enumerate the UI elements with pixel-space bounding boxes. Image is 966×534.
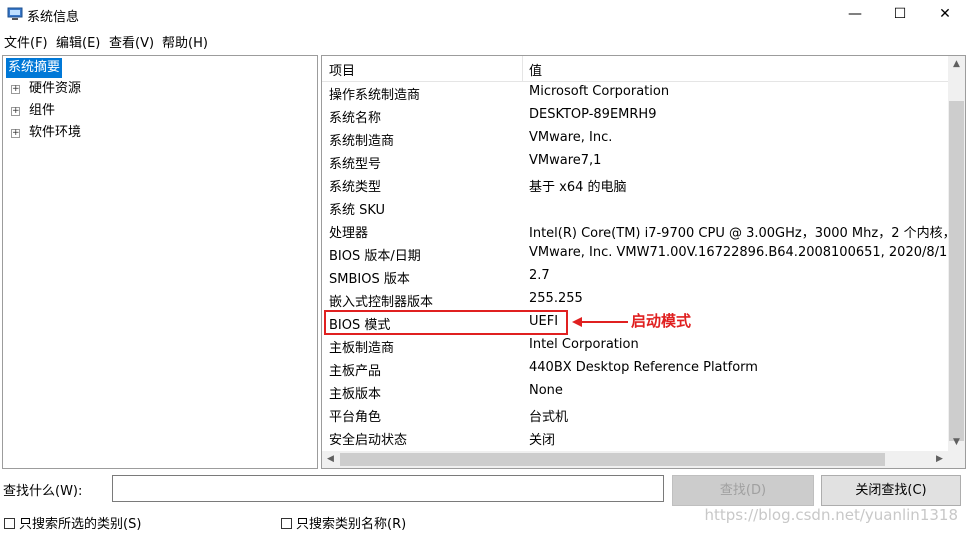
find-button[interactable]: 查找(D) bbox=[672, 475, 814, 506]
horizontal-scrollbar[interactable]: ◀ ▶ bbox=[322, 451, 948, 468]
scroll-down-icon[interactable]: ▼ bbox=[948, 434, 965, 451]
table-row[interactable]: 系统型号 VMware7,1 bbox=[322, 150, 948, 173]
scroll-up-icon[interactable]: ▲ bbox=[948, 56, 965, 73]
menu-bar: 文件(F) 编辑(E) 查看(V) 帮助(H) bbox=[0, 30, 966, 52]
window-title: 系统信息 bbox=[27, 10, 80, 25]
row-value-cell: 255.255 bbox=[529, 291, 583, 306]
list-header: 项目 值 bbox=[322, 56, 948, 82]
row-item-cell: 安全启动状态 bbox=[329, 433, 408, 448]
annotation-label: 启动模式 bbox=[631, 312, 692, 330]
checkbox-icon[interactable] bbox=[281, 518, 292, 529]
details-list[interactable]: 项目 值 操作系统制造商 Microsoft Corporation 系统名称 DES… bbox=[321, 55, 966, 469]
menu-help[interactable]: 帮助(H) bbox=[162, 32, 208, 51]
horizontal-scroll-thumb[interactable] bbox=[340, 453, 885, 466]
close-button[interactable]: ✕ bbox=[922, 0, 966, 30]
menu-edit[interactable]: 编辑(E) bbox=[56, 32, 100, 51]
table-row[interactable]: 嵌入式控制器版本 255.255 bbox=[322, 288, 948, 311]
menu-view[interactable]: 查看(V) bbox=[109, 32, 154, 51]
table-row[interactable]: 主板版本 None bbox=[322, 380, 948, 403]
row-item-cell: 系统类型 bbox=[329, 180, 382, 195]
table-row[interactable]: SMBIOS 版本 2.7 bbox=[322, 265, 948, 288]
row-value-cell: 关闭 bbox=[529, 433, 556, 448]
table-row[interactable]: 操作系统制造商 Microsoft Corporation bbox=[322, 81, 948, 104]
row-value-cell: 2.7 bbox=[529, 268, 550, 283]
minimize-button[interactable]: — bbox=[832, 0, 878, 30]
row-item-cell: SMBIOS 版本 bbox=[329, 272, 410, 287]
row-value-cell: Intel(R) Core(TM) i7-9700 CPU @ 3.00GHz，… bbox=[529, 226, 964, 241]
table-row[interactable]: 主板制造商 Intel Corporation bbox=[322, 334, 948, 357]
watermark: https://blog.csdn.net/yuanlin1318 bbox=[704, 506, 958, 524]
bios-mode-highlight-box bbox=[324, 310, 568, 335]
row-item-cell: 主板产品 bbox=[329, 364, 382, 379]
find-input[interactable] bbox=[112, 475, 664, 502]
table-row[interactable]: 系统类型 基于 x64 的电脑 bbox=[322, 173, 948, 196]
row-value-cell: Intel Corporation bbox=[529, 337, 639, 352]
tree-item-label: 硬件资源 bbox=[29, 81, 82, 96]
expand-icon[interactable]: + bbox=[11, 85, 20, 94]
tree-item-label: 软件环境 bbox=[29, 125, 82, 140]
search-category-names-checkbox[interactable]: 只搜索类别名称(R) bbox=[281, 513, 406, 532]
table-row[interactable]: 处理器 Intel(R) Core(TM) i7-9700 CPU @ 3.00G… bbox=[322, 219, 964, 242]
row-value-cell: 440BX Desktop Reference Platform bbox=[529, 360, 758, 375]
scroll-right-icon[interactable]: ▶ bbox=[931, 451, 948, 468]
expand-icon[interactable]: + bbox=[11, 129, 20, 138]
column-divider[interactable] bbox=[522, 56, 523, 81]
category-tree[interactable]: 系统摘要 + 硬件资源 + 组件 + 软件环境 bbox=[2, 55, 318, 469]
row-item-cell: 主板制造商 bbox=[329, 341, 395, 356]
row-value-cell: VMware, Inc. VMW71.00V.16722896.B64.2008… bbox=[529, 245, 956, 260]
row-item-cell: 处理器 bbox=[329, 226, 369, 241]
vertical-scroll-thumb[interactable] bbox=[949, 101, 964, 441]
row-item-cell: 操作系统制造商 bbox=[329, 88, 421, 103]
row-item-cell: BIOS 版本/日期 bbox=[329, 249, 421, 264]
table-row[interactable]: BIOS 版本/日期 VMware, Inc. VMW71.00V.1672289… bbox=[322, 242, 956, 265]
find-label: 查找什么(W): bbox=[3, 484, 83, 499]
checkbox-label: 只搜索所选的类别(S) bbox=[19, 517, 142, 532]
table-row[interactable]: 系统制造商 VMware, Inc. bbox=[322, 127, 948, 150]
row-value-cell: Microsoft Corporation bbox=[529, 84, 670, 99]
scroll-left-icon[interactable]: ◀ bbox=[322, 451, 339, 468]
annotation-arrow-icon bbox=[572, 317, 628, 327]
row-value-cell: DESKTOP-89EMRH9 bbox=[529, 107, 657, 122]
search-selected-category-checkbox[interactable]: 只搜索所选的类别(S) bbox=[4, 513, 141, 532]
row-item-cell: 系统名称 bbox=[329, 111, 382, 126]
row-item-cell: 系统 SKU bbox=[329, 203, 386, 218]
system-info-app-icon bbox=[7, 7, 23, 20]
column-header-value[interactable]: 值 bbox=[529, 60, 542, 79]
table-row[interactable]: 主板产品 440BX Desktop Reference Platform bbox=[322, 357, 948, 380]
tree-item-label: 组件 bbox=[29, 103, 56, 118]
table-row[interactable]: 安全启动状态 关闭 bbox=[322, 426, 948, 449]
column-header-item[interactable]: 项目 bbox=[329, 60, 355, 79]
row-item-cell: 系统制造商 bbox=[329, 134, 395, 149]
row-value-cell: 基于 x64 的电脑 bbox=[529, 180, 627, 195]
table-row[interactable]: 平台角色 台式机 bbox=[322, 403, 948, 426]
vertical-scrollbar[interactable]: ▲ ▼ bbox=[948, 56, 965, 451]
table-row[interactable]: 系统 SKU bbox=[322, 196, 948, 219]
maximize-button[interactable]: ☐ bbox=[877, 0, 923, 30]
row-item-cell: 平台角色 bbox=[329, 410, 382, 425]
scrollbar-corner bbox=[948, 451, 965, 468]
expand-icon[interactable]: + bbox=[11, 107, 20, 116]
checkbox-label: 只搜索类别名称(R) bbox=[296, 517, 407, 532]
title-bar: 系统信息 — ☐ ✕ bbox=[0, 0, 966, 30]
row-value-cell: VMware, Inc. bbox=[529, 130, 613, 145]
close-find-button[interactable]: 关闭查找(C) bbox=[821, 475, 961, 506]
row-value-cell: 台式机 bbox=[529, 410, 569, 425]
row-value-cell: VMware7,1 bbox=[529, 153, 602, 168]
row-item-cell: 嵌入式控制器版本 bbox=[329, 295, 434, 310]
table-row[interactable]: 系统名称 DESKTOP-89EMRH9 bbox=[322, 104, 948, 127]
row-value-cell: None bbox=[529, 383, 563, 398]
checkbox-icon[interactable] bbox=[4, 518, 15, 529]
menu-file[interactable]: 文件(F) bbox=[4, 32, 48, 51]
row-item-cell: 主板版本 bbox=[329, 387, 382, 402]
tree-item-label: 系统摘要 bbox=[6, 58, 63, 78]
row-item-cell: 系统型号 bbox=[329, 157, 382, 172]
